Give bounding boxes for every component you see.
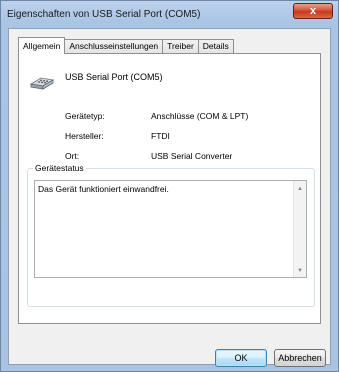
status-scrollbar[interactable]: ▲ ▼	[293, 181, 306, 277]
properties-window: Eigenschaften von USB Serial Port (COM5)…	[0, 0, 339, 372]
scroll-up-icon[interactable]: ▲	[294, 183, 306, 195]
manufacturer-value: FTDI	[151, 131, 170, 141]
location-label: Ort:	[65, 151, 80, 161]
tab-strip: Allgemein Anschlusseinstellungen Treiber…	[18, 37, 234, 54]
tab-anschlusseinstellungen[interactable]: Anschlusseinstellungen	[64, 39, 164, 53]
location-value: USB Serial Converter	[151, 151, 233, 161]
device-status-title: Gerätestatus	[33, 163, 86, 173]
tab-allgemein[interactable]: Allgemein	[18, 37, 66, 54]
scroll-down-icon[interactable]: ▼	[294, 265, 306, 277]
device-status-text: Das Gerät funktioniert einwandfrei.	[38, 184, 169, 194]
dialog-client-area: Allgemein Anschlusseinstellungen Treiber…	[8, 28, 331, 367]
device-status-group: Gerätestatus Das Gerät funktioniert einw…	[27, 163, 315, 307]
close-button[interactable]: x	[293, 3, 333, 19]
cancel-button[interactable]: Abbrechen	[274, 349, 326, 367]
tab-treiber[interactable]: Treiber	[162, 39, 199, 53]
device-type-label: Gerätetyp:	[65, 111, 105, 121]
device-name: USB Serial Port (COM5)	[65, 72, 163, 82]
tab-details[interactable]: Details	[197, 39, 234, 53]
general-tab-panel: USB Serial Port (COM5) Gerätetyp: Anschl…	[18, 53, 321, 324]
ok-button[interactable]: OK	[215, 349, 267, 367]
manufacturer-label: Hersteller:	[65, 131, 104, 141]
device-status-textbox[interactable]: Das Gerät funktioniert einwandfrei. ▲ ▼	[34, 180, 307, 278]
close-icon: x	[309, 5, 317, 17]
title-bar[interactable]: Eigenschaften von USB Serial Port (COM5)…	[1, 1, 338, 27]
device-type-value: Anschlüsse (COM & LPT)	[151, 111, 249, 121]
window-title: Eigenschaften von USB Serial Port (COM5)	[7, 9, 201, 20]
serial-port-icon	[29, 77, 55, 90]
